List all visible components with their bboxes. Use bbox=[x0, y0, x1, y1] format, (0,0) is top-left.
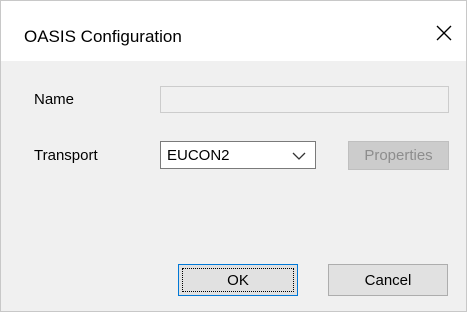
cancel-button-label: Cancel bbox=[364, 271, 412, 289]
transport-label: Transport bbox=[34, 147, 98, 164]
chevron-down-icon bbox=[292, 152, 306, 160]
transport-select[interactable]: EUCON2 bbox=[160, 141, 316, 169]
ok-button[interactable]: OK bbox=[178, 264, 298, 296]
properties-button[interactable]: Properties bbox=[348, 141, 449, 170]
window-title: OASIS Configuration bbox=[24, 27, 182, 46]
cancel-button[interactable]: Cancel bbox=[328, 264, 448, 296]
properties-button-label: Properties bbox=[364, 147, 433, 164]
transport-selected-value: EUCON2 bbox=[167, 147, 230, 164]
close-button[interactable] bbox=[422, 11, 466, 55]
focus-rectangle bbox=[182, 268, 294, 292]
title-bar: OASIS Configuration bbox=[1, 1, 466, 61]
name-label: Name bbox=[34, 91, 75, 108]
name-input[interactable] bbox=[160, 86, 449, 113]
oasis-configuration-dialog: OASIS Configuration Name Transport EUCON… bbox=[0, 0, 467, 312]
close-icon bbox=[436, 25, 452, 41]
